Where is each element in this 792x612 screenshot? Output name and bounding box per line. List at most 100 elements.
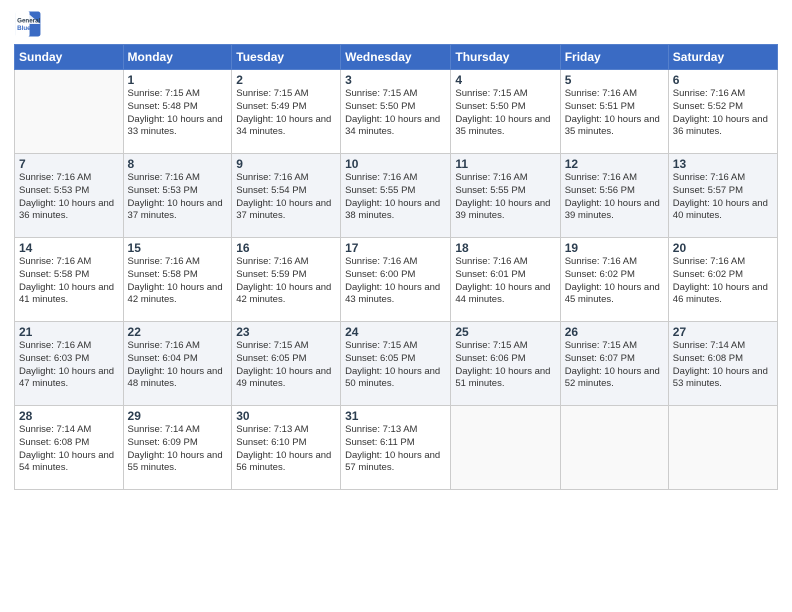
weekday-header-wednesday: Wednesday xyxy=(341,45,451,70)
day-number: 11 xyxy=(455,157,555,171)
day-info: Sunrise: 7:16 AMSunset: 6:00 PMDaylight:… xyxy=(345,256,446,307)
day-number: 20 xyxy=(673,241,773,255)
logo-icon: General Blue xyxy=(14,10,42,38)
day-info: Sunrise: 7:16 AMSunset: 6:03 PMDaylight:… xyxy=(19,340,119,391)
day-number: 30 xyxy=(236,409,336,423)
day-number: 24 xyxy=(345,325,446,339)
calendar-day-cell: 21Sunrise: 7:16 AMSunset: 6:03 PMDayligh… xyxy=(15,322,124,406)
calendar-day-cell: 4Sunrise: 7:15 AMSunset: 5:50 PMDaylight… xyxy=(451,70,560,154)
calendar-day-cell: 25Sunrise: 7:15 AMSunset: 6:06 PMDayligh… xyxy=(451,322,560,406)
day-info: Sunrise: 7:16 AMSunset: 5:52 PMDaylight:… xyxy=(673,88,773,139)
day-info: Sunrise: 7:16 AMSunset: 5:54 PMDaylight:… xyxy=(236,172,336,223)
day-info: Sunrise: 7:14 AMSunset: 6:08 PMDaylight:… xyxy=(673,340,773,391)
weekday-header-monday: Monday xyxy=(123,45,232,70)
day-info: Sunrise: 7:15 AMSunset: 6:05 PMDaylight:… xyxy=(236,340,336,391)
day-number: 28 xyxy=(19,409,119,423)
day-info: Sunrise: 7:16 AMSunset: 5:58 PMDaylight:… xyxy=(128,256,228,307)
calendar-day-cell: 13Sunrise: 7:16 AMSunset: 5:57 PMDayligh… xyxy=(668,154,777,238)
day-number: 12 xyxy=(565,157,664,171)
day-number: 25 xyxy=(455,325,555,339)
day-info: Sunrise: 7:16 AMSunset: 5:53 PMDaylight:… xyxy=(19,172,119,223)
day-info: Sunrise: 7:16 AMSunset: 5:53 PMDaylight:… xyxy=(128,172,228,223)
day-info: Sunrise: 7:15 AMSunset: 5:50 PMDaylight:… xyxy=(345,88,446,139)
day-info: Sunrise: 7:16 AMSunset: 5:57 PMDaylight:… xyxy=(673,172,773,223)
day-info: Sunrise: 7:15 AMSunset: 6:05 PMDaylight:… xyxy=(345,340,446,391)
day-number: 9 xyxy=(236,157,336,171)
day-number: 16 xyxy=(236,241,336,255)
calendar-day-cell: 14Sunrise: 7:16 AMSunset: 5:58 PMDayligh… xyxy=(15,238,124,322)
calendar-day-cell: 31Sunrise: 7:13 AMSunset: 6:11 PMDayligh… xyxy=(341,406,451,490)
svg-text:Blue: Blue xyxy=(17,25,31,32)
day-number: 13 xyxy=(673,157,773,171)
calendar-day-cell: 19Sunrise: 7:16 AMSunset: 6:02 PMDayligh… xyxy=(560,238,668,322)
day-info: Sunrise: 7:13 AMSunset: 6:10 PMDaylight:… xyxy=(236,424,336,475)
day-number: 15 xyxy=(128,241,228,255)
calendar-day-cell: 20Sunrise: 7:16 AMSunset: 6:02 PMDayligh… xyxy=(668,238,777,322)
day-info: Sunrise: 7:16 AMSunset: 5:59 PMDaylight:… xyxy=(236,256,336,307)
calendar-day-cell: 9Sunrise: 7:16 AMSunset: 5:54 PMDaylight… xyxy=(232,154,341,238)
calendar-day-cell: 10Sunrise: 7:16 AMSunset: 5:55 PMDayligh… xyxy=(341,154,451,238)
day-number: 19 xyxy=(565,241,664,255)
calendar-day-cell: 18Sunrise: 7:16 AMSunset: 6:01 PMDayligh… xyxy=(451,238,560,322)
calendar-day-cell: 24Sunrise: 7:15 AMSunset: 6:05 PMDayligh… xyxy=(341,322,451,406)
weekday-header-thursday: Thursday xyxy=(451,45,560,70)
weekday-header-saturday: Saturday xyxy=(668,45,777,70)
day-number: 18 xyxy=(455,241,555,255)
calendar-day-cell: 29Sunrise: 7:14 AMSunset: 6:09 PMDayligh… xyxy=(123,406,232,490)
page-header: General Blue xyxy=(14,10,778,38)
weekday-header-row: SundayMondayTuesdayWednesdayThursdayFrid… xyxy=(15,45,778,70)
calendar-day-cell xyxy=(451,406,560,490)
calendar-day-cell: 3Sunrise: 7:15 AMSunset: 5:50 PMDaylight… xyxy=(341,70,451,154)
day-number: 6 xyxy=(673,73,773,87)
day-number: 8 xyxy=(128,157,228,171)
day-number: 5 xyxy=(565,73,664,87)
calendar-day-cell: 28Sunrise: 7:14 AMSunset: 6:08 PMDayligh… xyxy=(15,406,124,490)
logo: General Blue xyxy=(14,10,44,38)
day-number: 17 xyxy=(345,241,446,255)
calendar-day-cell: 11Sunrise: 7:16 AMSunset: 5:55 PMDayligh… xyxy=(451,154,560,238)
day-number: 31 xyxy=(345,409,446,423)
day-number: 27 xyxy=(673,325,773,339)
calendar-day-cell: 22Sunrise: 7:16 AMSunset: 6:04 PMDayligh… xyxy=(123,322,232,406)
day-number: 21 xyxy=(19,325,119,339)
weekday-header-sunday: Sunday xyxy=(15,45,124,70)
calendar-day-cell: 7Sunrise: 7:16 AMSunset: 5:53 PMDaylight… xyxy=(15,154,124,238)
calendar-week-row: 28Sunrise: 7:14 AMSunset: 6:08 PMDayligh… xyxy=(15,406,778,490)
calendar-page: General Blue SundayMondayTuesdayWednesda… xyxy=(0,0,792,612)
day-info: Sunrise: 7:15 AMSunset: 6:06 PMDaylight:… xyxy=(455,340,555,391)
day-number: 10 xyxy=(345,157,446,171)
calendar-week-row: 1Sunrise: 7:15 AMSunset: 5:48 PMDaylight… xyxy=(15,70,778,154)
calendar-day-cell: 30Sunrise: 7:13 AMSunset: 6:10 PMDayligh… xyxy=(232,406,341,490)
day-info: Sunrise: 7:16 AMSunset: 5:58 PMDaylight:… xyxy=(19,256,119,307)
day-number: 4 xyxy=(455,73,555,87)
day-info: Sunrise: 7:15 AMSunset: 6:07 PMDaylight:… xyxy=(565,340,664,391)
calendar-day-cell: 27Sunrise: 7:14 AMSunset: 6:08 PMDayligh… xyxy=(668,322,777,406)
calendar-day-cell: 16Sunrise: 7:16 AMSunset: 5:59 PMDayligh… xyxy=(232,238,341,322)
day-info: Sunrise: 7:15 AMSunset: 5:50 PMDaylight:… xyxy=(455,88,555,139)
calendar-day-cell: 5Sunrise: 7:16 AMSunset: 5:51 PMDaylight… xyxy=(560,70,668,154)
weekday-header-tuesday: Tuesday xyxy=(232,45,341,70)
calendar-day-cell xyxy=(15,70,124,154)
day-number: 1 xyxy=(128,73,228,87)
day-number: 29 xyxy=(128,409,228,423)
day-info: Sunrise: 7:16 AMSunset: 6:02 PMDaylight:… xyxy=(565,256,664,307)
day-number: 14 xyxy=(19,241,119,255)
day-number: 3 xyxy=(345,73,446,87)
day-info: Sunrise: 7:16 AMSunset: 5:51 PMDaylight:… xyxy=(565,88,664,139)
calendar-day-cell: 8Sunrise: 7:16 AMSunset: 5:53 PMDaylight… xyxy=(123,154,232,238)
weekday-header-friday: Friday xyxy=(560,45,668,70)
calendar-week-row: 21Sunrise: 7:16 AMSunset: 6:03 PMDayligh… xyxy=(15,322,778,406)
calendar-day-cell: 6Sunrise: 7:16 AMSunset: 5:52 PMDaylight… xyxy=(668,70,777,154)
day-number: 2 xyxy=(236,73,336,87)
day-info: Sunrise: 7:15 AMSunset: 5:48 PMDaylight:… xyxy=(128,88,228,139)
day-info: Sunrise: 7:16 AMSunset: 5:55 PMDaylight:… xyxy=(455,172,555,223)
calendar-day-cell: 1Sunrise: 7:15 AMSunset: 5:48 PMDaylight… xyxy=(123,70,232,154)
day-number: 26 xyxy=(565,325,664,339)
calendar-day-cell: 26Sunrise: 7:15 AMSunset: 6:07 PMDayligh… xyxy=(560,322,668,406)
day-info: Sunrise: 7:14 AMSunset: 6:09 PMDaylight:… xyxy=(128,424,228,475)
day-info: Sunrise: 7:16 AMSunset: 5:56 PMDaylight:… xyxy=(565,172,664,223)
calendar-day-cell: 15Sunrise: 7:16 AMSunset: 5:58 PMDayligh… xyxy=(123,238,232,322)
day-number: 23 xyxy=(236,325,336,339)
calendar-day-cell xyxy=(668,406,777,490)
day-number: 22 xyxy=(128,325,228,339)
